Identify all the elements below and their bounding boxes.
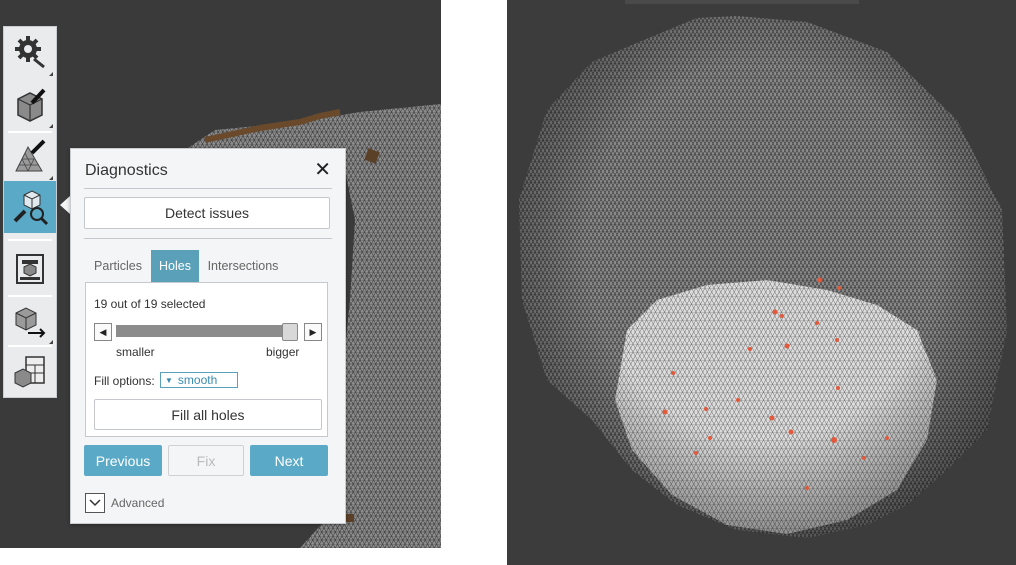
gear-wrench-icon bbox=[15, 36, 45, 69]
advanced-label: Advanced bbox=[111, 496, 165, 510]
cube-wrench-magnifier-icon bbox=[13, 190, 49, 226]
settings-tool-button[interactable] bbox=[4, 27, 56, 79]
export-tool-button[interactable] bbox=[4, 295, 56, 347]
chevron-down-icon bbox=[89, 499, 101, 507]
chevron-down-icon: ▼ bbox=[165, 375, 173, 385]
cube-arrow-icon bbox=[15, 307, 46, 338]
detect-issues-button[interactable]: Detect issues bbox=[84, 197, 330, 229]
slider-min-label: smaller bbox=[116, 345, 155, 359]
divider bbox=[84, 238, 332, 239]
selection-count: 19 out of 19 selected bbox=[94, 297, 206, 311]
hole-size-slider[interactable] bbox=[116, 325, 296, 337]
slider-max-label: bigger bbox=[266, 345, 300, 359]
previous-button[interactable]: Previous bbox=[84, 445, 162, 476]
analysis-tool-button[interactable] bbox=[4, 181, 56, 233]
mesh-brush-icon bbox=[15, 139, 46, 172]
mesh-model-right bbox=[519, 0, 1007, 538]
advanced-toggle[interactable] bbox=[85, 493, 105, 513]
mesh-tool-button[interactable] bbox=[4, 131, 56, 183]
print-tool-button[interactable] bbox=[4, 243, 56, 295]
diagnostics-panel: Diagnostics ✕ Detect issues Particles Ho… bbox=[70, 148, 346, 524]
sculpt-tool-button[interactable] bbox=[4, 79, 56, 131]
panel-title: Diagnostics bbox=[85, 162, 168, 179]
print-bed-icon bbox=[16, 254, 44, 284]
fill-all-holes-button[interactable]: Fill all holes bbox=[94, 399, 322, 430]
tool-strip bbox=[3, 26, 57, 398]
viewport-left[interactable]: Diagnostics ✕ Detect issues Particles Ho… bbox=[0, 0, 441, 548]
cube-brush-icon bbox=[17, 88, 46, 122]
slider-handle[interactable] bbox=[282, 323, 298, 341]
fill-option-value: smooth bbox=[177, 373, 218, 387]
tab-intersections[interactable]: Intersections bbox=[199, 250, 287, 282]
panel-pointer bbox=[60, 196, 70, 214]
holes-tab-content: 19 out of 19 selected ◀ ▶ smaller bigger… bbox=[85, 282, 328, 437]
fix-button[interactable]: Fix bbox=[168, 445, 244, 476]
tab-particles[interactable]: Particles bbox=[85, 250, 151, 282]
next-button[interactable]: Next bbox=[250, 445, 328, 476]
close-button[interactable]: ✕ bbox=[314, 160, 331, 180]
viewport-right[interactable] bbox=[507, 0, 1016, 565]
layout-tool-button[interactable] bbox=[4, 345, 56, 397]
tab-holes[interactable]: Holes bbox=[151, 250, 199, 282]
cube-grid-icon bbox=[14, 356, 45, 388]
fill-options-label: Fill options: bbox=[94, 374, 155, 388]
slider-decrease-button[interactable]: ◀ bbox=[94, 323, 112, 341]
fill-options-dropdown[interactable]: ▼ smooth bbox=[160, 372, 238, 388]
slider-increase-button[interactable]: ▶ bbox=[304, 323, 322, 341]
divider bbox=[84, 188, 332, 189]
